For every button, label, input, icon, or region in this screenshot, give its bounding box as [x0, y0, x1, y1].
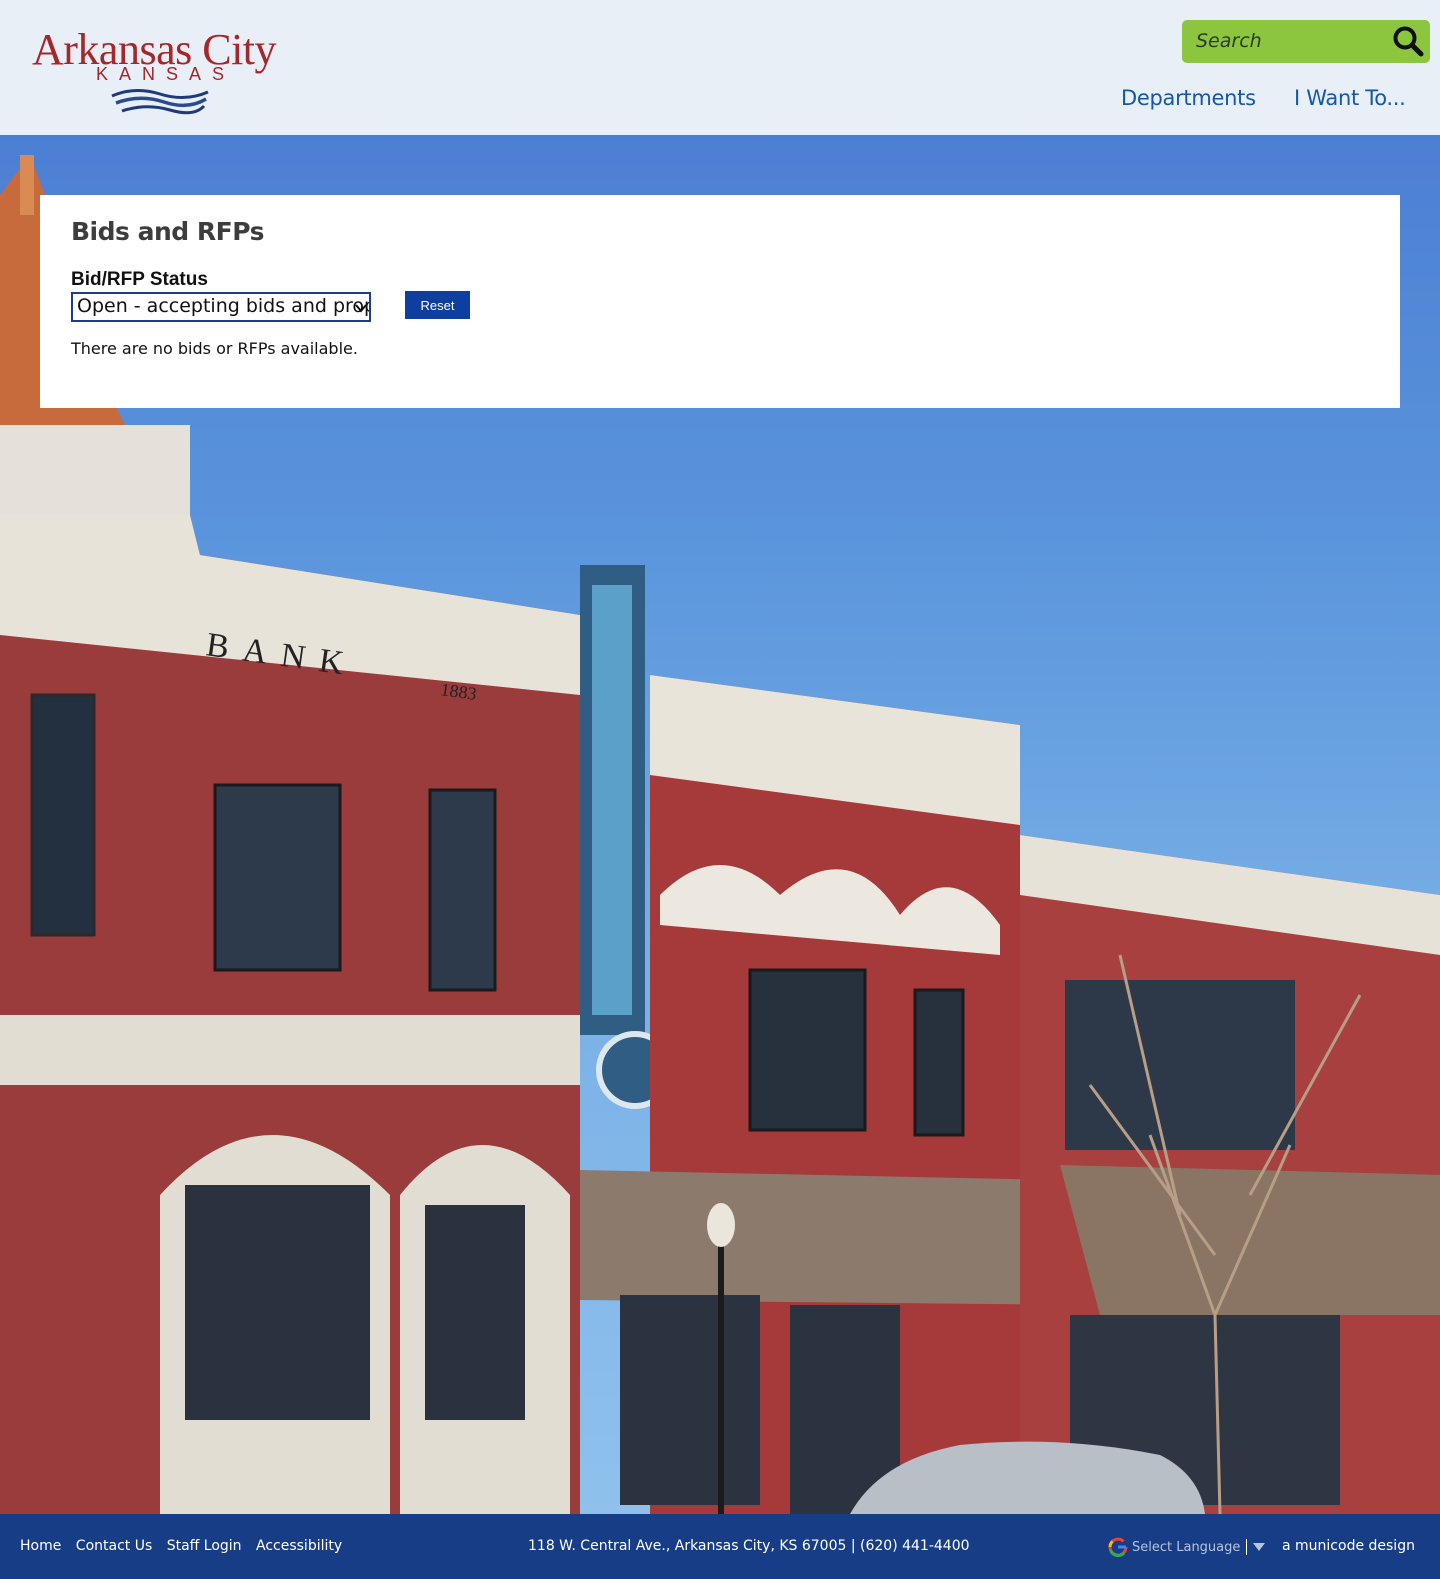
wave-logo-icon: [111, 89, 209, 115]
nav-departments[interactable]: Departments: [1121, 86, 1256, 110]
site-logo[interactable]: Arkansas City KANSAS: [32, 24, 294, 116]
footer-link-contact[interactable]: Contact Us: [76, 1538, 152, 1554]
footer-link-staff-login[interactable]: Staff Login: [167, 1538, 242, 1554]
page-title: Bids and RFPs: [71, 217, 264, 246]
status-filter-label: Bid/RFP Status: [71, 269, 208, 290]
google-icon: [1108, 1537, 1128, 1558]
status-filter-select[interactable]: Open - accepting bids and proposals: [71, 292, 371, 322]
search-button[interactable]: [1390, 24, 1426, 60]
search-box: [1182, 20, 1430, 63]
chevron-down-icon: [355, 304, 367, 313]
status-filter-value: Open - accepting bids and proposals: [77, 295, 369, 317]
footer-credit[interactable]: a municode design: [1282, 1538, 1415, 1554]
language-selector[interactable]: Select Language: [1107, 1534, 1266, 1560]
bids-panel: Bids and RFPs Bid/RFP Status Open - acce…: [40, 195, 1400, 408]
language-selector-label: Select Language: [1132, 1539, 1241, 1555]
search-icon: [1393, 26, 1424, 56]
caret-down-icon: [1253, 1543, 1266, 1551]
footer-link-home[interactable]: Home: [20, 1538, 61, 1554]
search-input[interactable]: [1188, 24, 1384, 58]
site-footer: Home Contact Us Staff Login Accessibilit…: [0, 1514, 1440, 1579]
nav-i-want-to[interactable]: I Want To...: [1294, 86, 1406, 110]
footer-link-accessibility[interactable]: Accessibility: [256, 1538, 342, 1554]
footer-links: Home Contact Us Staff Login Accessibilit…: [20, 1538, 352, 1554]
logo-subtitle: KANSAS: [96, 64, 236, 84]
footer-address: 118 W. Central Ave., Arkansas City, KS 6…: [528, 1538, 970, 1554]
empty-message: There are no bids or RFPs available.: [71, 339, 358, 358]
divider: [1246, 1539, 1248, 1555]
site-header: Arkansas City KANSAS Departments I Want …: [0, 0, 1440, 135]
reset-button[interactable]: Reset: [405, 291, 470, 319]
